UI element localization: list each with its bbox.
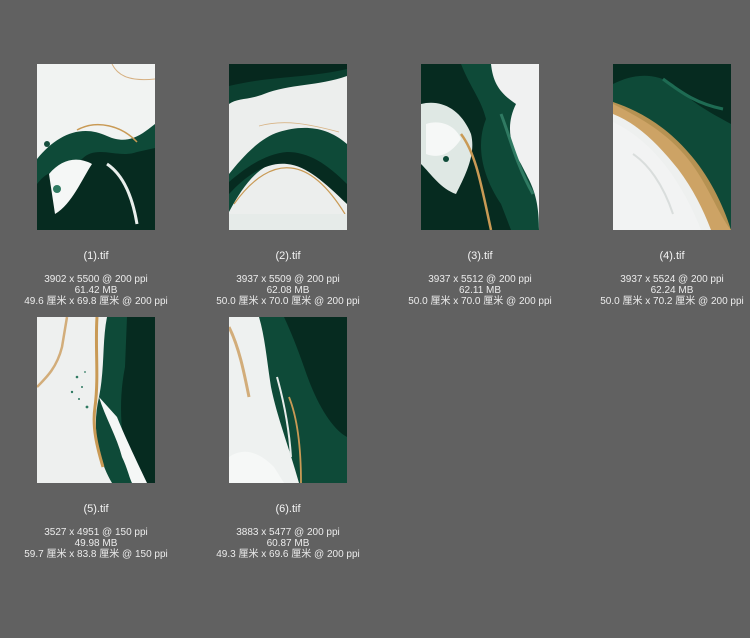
file-metadata: 3902 x 5500 @ 200 ppi 61.42 MB 49.6 厘米 x… — [0, 274, 192, 307]
file-metadata: 3937 x 5512 @ 200 ppi 62.11 MB 50.0 厘米 x… — [384, 274, 576, 307]
print-size: 50.0 厘米 x 70.0 厘米 @ 200 ppi — [216, 296, 360, 307]
file-metadata: 3883 x 5477 @ 200 ppi 60.87 MB 49.3 厘米 x… — [192, 527, 384, 560]
pixel-dimensions: 3937 x 5524 @ 200 ppi — [620, 274, 724, 285]
file-tile-3[interactable]: (3).tif 3937 x 5512 @ 200 ppi 62.11 MB 5… — [384, 64, 576, 314]
thumbnail-image-1[interactable] — [37, 64, 155, 230]
file-size: 62.11 MB — [458, 285, 502, 296]
file-tile-6[interactable]: (6).tif 3883 x 5477 @ 200 ppi 60.87 MB 4… — [192, 317, 384, 567]
file-name: (5).tif — [83, 503, 109, 515]
pixel-dimensions: 3902 x 5500 @ 200 ppi — [44, 274, 148, 285]
print-size: 49.3 厘米 x 69.6 厘米 @ 200 ppi — [216, 549, 360, 560]
file-name: (6).tif — [275, 503, 301, 515]
print-size: 50.0 厘米 x 70.0 厘米 @ 200 ppi — [408, 296, 552, 307]
file-size: 61.42 MB — [74, 285, 118, 296]
file-size: 62.08 MB — [266, 285, 310, 296]
thumbnail-image-2[interactable] — [229, 64, 347, 230]
file-metadata: 3937 x 5524 @ 200 ppi 62.24 MB 50.0 厘米 x… — [576, 274, 750, 307]
file-name: (4).tif — [659, 250, 685, 262]
print-size: 49.6 厘米 x 69.8 厘米 @ 200 ppi — [24, 296, 168, 307]
file-name: (2).tif — [275, 250, 301, 262]
pixel-dimensions: 3883 x 5477 @ 200 ppi — [236, 527, 340, 538]
file-metadata: 3527 x 4951 @ 150 ppi 49.98 MB 59.7 厘米 x… — [0, 527, 192, 560]
thumbnail-image-6[interactable] — [229, 317, 347, 483]
file-tile-1[interactable]: (1).tif 3902 x 5500 @ 200 ppi 61.42 MB 4… — [0, 64, 192, 314]
file-size: 60.87 MB — [266, 538, 310, 549]
file-name: (1).tif — [83, 250, 109, 262]
pixel-dimensions: 3937 x 5509 @ 200 ppi — [236, 274, 340, 285]
file-size: 62.24 MB — [650, 285, 694, 296]
file-metadata: 3937 x 5509 @ 200 ppi 62.08 MB 50.0 厘米 x… — [192, 274, 384, 307]
file-tile-4[interactable]: (4).tif 3937 x 5524 @ 200 ppi 62.24 MB 5… — [576, 64, 750, 314]
thumbnail-image-3[interactable] — [421, 64, 539, 230]
file-tile-5[interactable]: (5).tif 3527 x 4951 @ 150 ppi 49.98 MB 5… — [0, 317, 192, 567]
pixel-dimensions: 3527 x 4951 @ 150 ppi — [44, 527, 148, 538]
file-size: 49.98 MB — [74, 538, 118, 549]
thumbnail-image-5[interactable] — [37, 317, 155, 483]
pixel-dimensions: 3937 x 5512 @ 200 ppi — [428, 274, 532, 285]
file-name: (3).tif — [467, 250, 493, 262]
print-size: 59.7 厘米 x 83.8 厘米 @ 150 ppi — [24, 549, 168, 560]
thumbnail-image-4[interactable] — [613, 64, 731, 230]
file-tile-2[interactable]: (2).tif 3937 x 5509 @ 200 ppi 62.08 MB 5… — [192, 64, 384, 314]
print-size: 50.0 厘米 x 70.2 厘米 @ 200 ppi — [600, 296, 744, 307]
